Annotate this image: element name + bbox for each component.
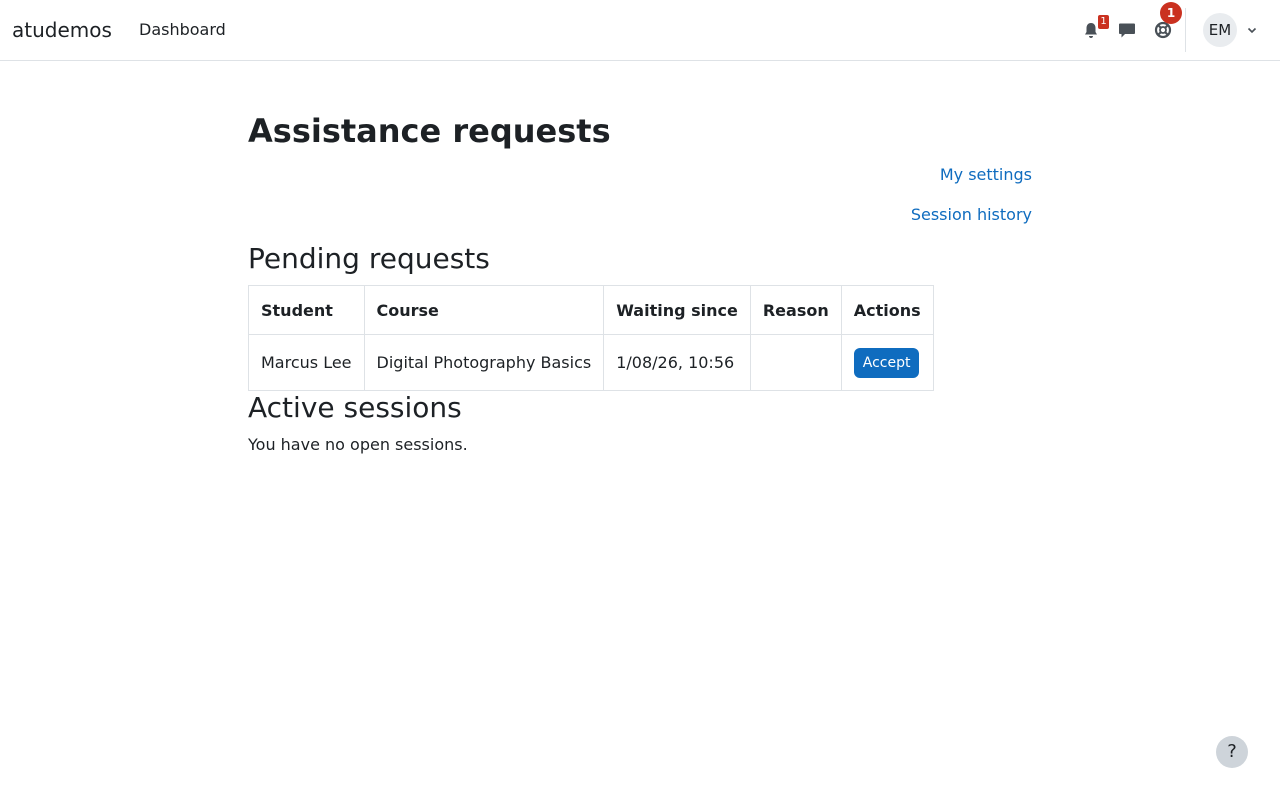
- column-header-actions: Actions: [840, 285, 934, 335]
- cell-course: Digital Photography Basics: [363, 334, 605, 391]
- column-header-course: Course: [363, 285, 605, 335]
- no-sessions-message: You have no open sessions.: [248, 435, 468, 454]
- site-brand[interactable]: atudemos: [12, 17, 112, 43]
- bell-icon: [1085, 22, 1097, 38]
- accept-button[interactable]: Accept: [853, 347, 920, 378]
- my-settings-link[interactable]: My settings: [940, 165, 1032, 185]
- top-navbar: atudemos Dashboard 1 1 EM: [0, 0, 1280, 61]
- column-header-reason: Reason: [749, 285, 842, 335]
- table-row: Marcus Lee Digital Photography Basics 1/…: [248, 334, 934, 391]
- cell-waiting-since: 1/08/26, 10:56: [603, 334, 751, 391]
- help-button[interactable]: ?: [1216, 736, 1248, 768]
- chat-bubble-icon: [1119, 23, 1135, 37]
- pending-requests-table: Student Course Waiting since Reason Acti…: [248, 285, 934, 391]
- table-header-row: Student Course Waiting since Reason Acti…: [248, 285, 934, 335]
- avatar: EM: [1203, 13, 1237, 47]
- navbar-divider: [1185, 8, 1186, 52]
- page-title: Assistance requests: [248, 112, 611, 150]
- active-sessions-heading: Active sessions: [248, 391, 462, 424]
- pending-requests-heading: Pending requests: [248, 242, 490, 275]
- assistance-count-badge: 1: [1160, 2, 1182, 24]
- cell-reason: [749, 334, 842, 391]
- session-history-link[interactable]: Session history: [911, 205, 1032, 225]
- cell-actions: Accept: [840, 334, 934, 391]
- nav-item-dashboard[interactable]: Dashboard: [139, 20, 226, 40]
- column-header-waiting-since: Waiting since: [603, 285, 751, 335]
- cell-student: Marcus Lee: [248, 334, 365, 391]
- notifications-count-badge: 1: [1098, 15, 1109, 29]
- messages-button[interactable]: [1116, 19, 1138, 41]
- chevron-down-icon: [1247, 27, 1257, 33]
- user-menu-toggle[interactable]: EM: [1203, 13, 1257, 47]
- column-header-student: Student: [248, 285, 365, 335]
